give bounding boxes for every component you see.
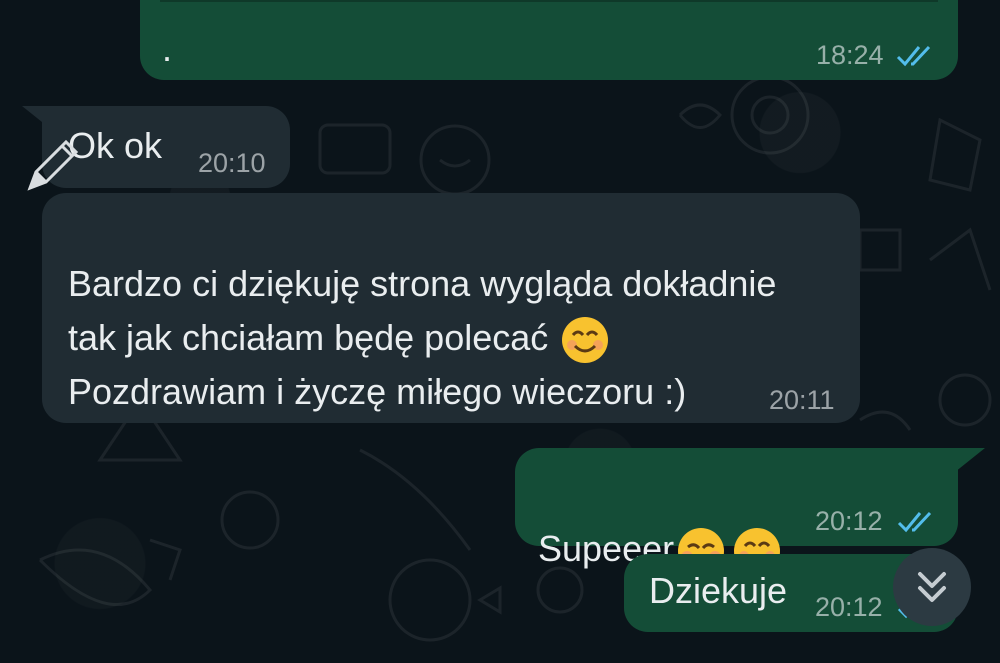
bubble-tail: [22, 106, 52, 130]
message-text: Dziekuje: [649, 570, 788, 611]
message-line: Bardzo ci dziękuję strona wygląda dokład…: [68, 263, 777, 358]
pen-icon: [27, 139, 79, 191]
outgoing-message-bubble[interactable]: . 18:24: [140, 0, 958, 80]
message-text: .: [162, 28, 173, 69]
bubble-tail: [955, 448, 985, 472]
incoming-message-bubble[interactable]: Bardzo ci dziękuję strona wygląda dokład…: [42, 193, 860, 423]
message-text: Bardzo ci dziękuję strona wygląda dokład…: [68, 203, 848, 419]
chat-area: . 18:24 Ok ok 20:10 Bardzo ci dziękuję s…: [0, 0, 1000, 663]
outgoing-message-bubble[interactable]: Supeeer 20:12: [515, 448, 958, 575]
scroll-to-bottom-button[interactable]: [893, 548, 971, 626]
message-time: 18:24: [816, 40, 884, 70]
message-time: 20:12: [815, 592, 883, 622]
message-time: 20:12: [815, 506, 883, 536]
chevrons-down-icon: [918, 572, 946, 602]
double-check-icon: [896, 45, 931, 67]
double-check-icon: [897, 511, 932, 533]
message-time: 20:10: [198, 148, 266, 178]
quoted-divider: [160, 0, 938, 2]
smiling-face-emoji: [562, 317, 609, 364]
message-time: 20:11: [769, 385, 835, 415]
message-text: Ok ok: [68, 125, 163, 166]
message-line: Pozdrawiam i życzę miłego wieczoru :): [68, 371, 687, 413]
